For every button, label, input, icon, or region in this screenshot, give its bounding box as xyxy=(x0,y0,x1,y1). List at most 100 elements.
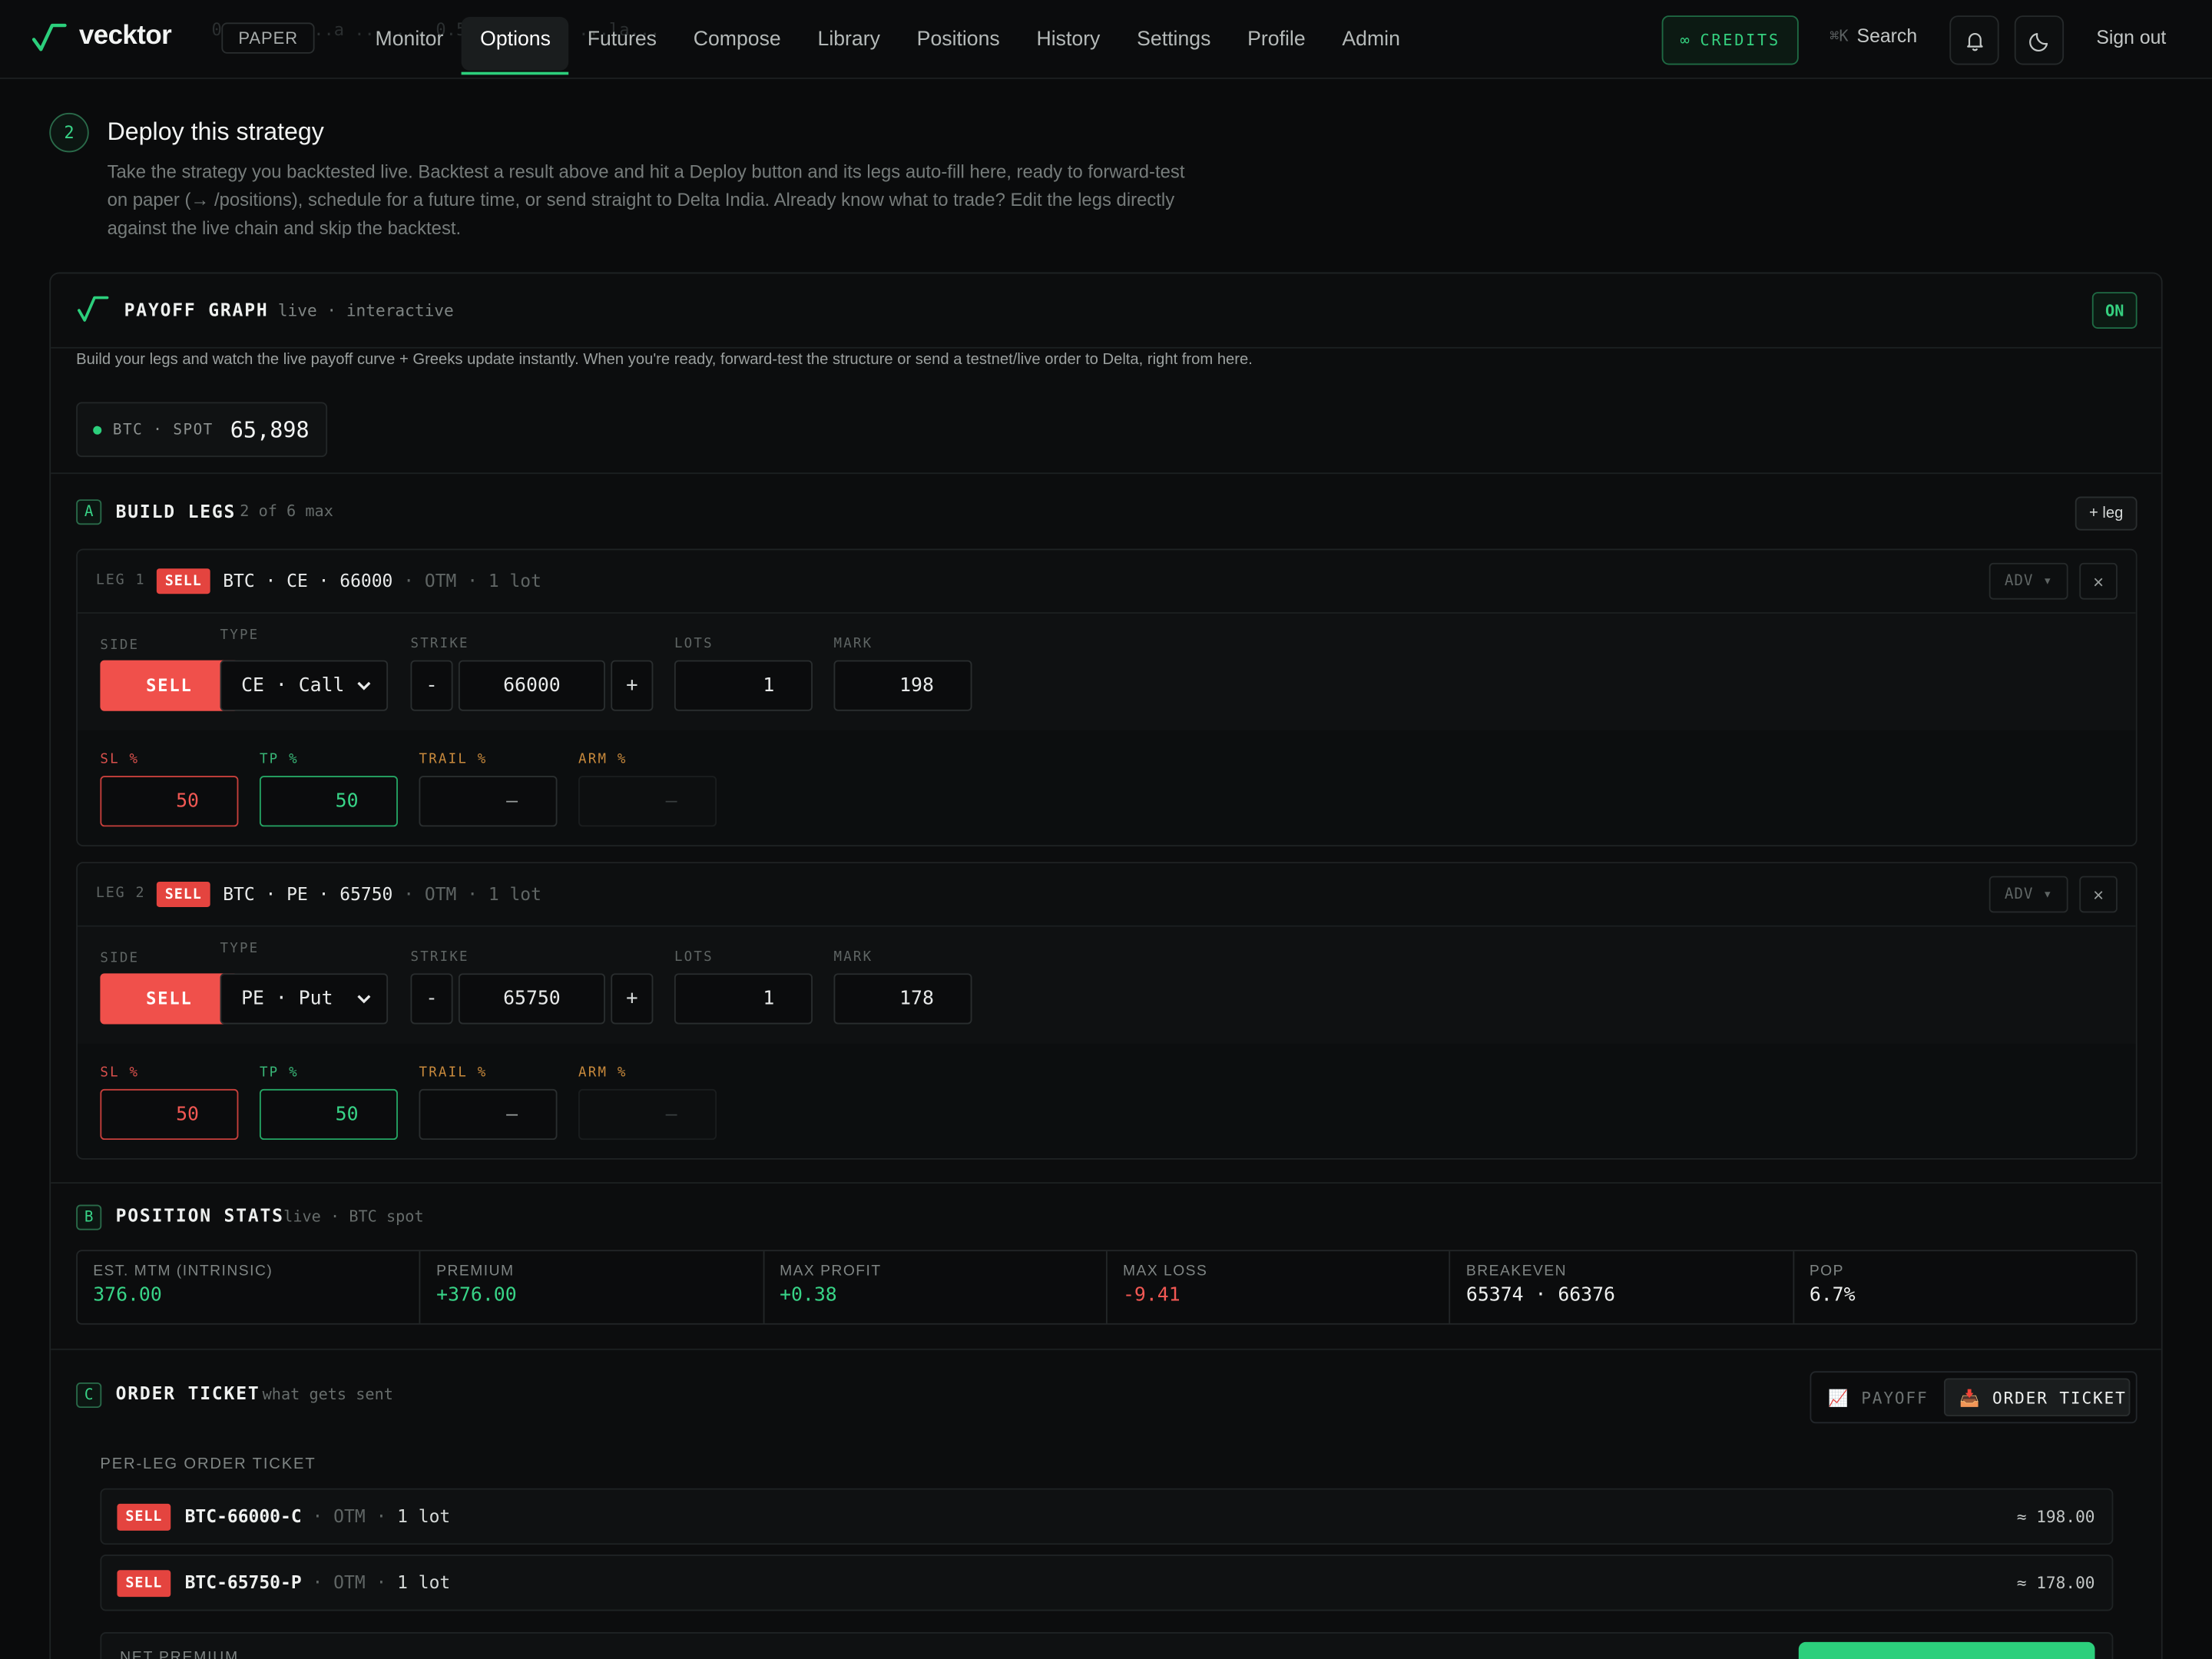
chevron-down-icon xyxy=(357,681,371,690)
mode-badge[interactable]: PAPER xyxy=(221,22,316,54)
trail-input[interactable]: — xyxy=(419,1088,558,1141)
stats-grid: EST. MTM (INTRINSIC) 376.00 PREMIUM +376… xyxy=(76,1250,2137,1325)
tab-payoff[interactable]: 📈 PAYOFF xyxy=(1828,1378,1928,1416)
payoff-subtitle: live · interactive xyxy=(277,300,454,320)
tab-label: ORDER TICKET xyxy=(1992,1387,2127,1408)
type-label: TYPE xyxy=(220,941,260,957)
remove-leg-button[interactable]: × xyxy=(2079,562,2118,600)
theme-toggle-button[interactable] xyxy=(2014,15,2065,65)
signout-link[interactable]: Sign out xyxy=(2096,27,2166,48)
nav-item-admin[interactable]: Admin xyxy=(1324,0,1419,79)
nav-item-history[interactable]: History xyxy=(1018,0,1119,79)
nav-item-compose[interactable]: Compose xyxy=(675,0,800,79)
nav-item-positions[interactable]: Positions xyxy=(899,0,1018,79)
sell-tag: SELL xyxy=(117,1570,171,1598)
strike-increment-button[interactable]: + xyxy=(611,660,654,711)
section-letter-b: B xyxy=(76,1204,102,1230)
stat-label: MAX PROFIT xyxy=(780,1262,882,1280)
mark-input[interactable]: 178 xyxy=(833,973,972,1025)
arm-input[interactable]: — xyxy=(578,1088,717,1141)
net-premium-label: NET PREMIUM xyxy=(120,1649,239,1659)
strike-decrement-button[interactable]: - xyxy=(410,973,453,1025)
logo[interactable]: vecktor xyxy=(31,20,172,54)
sl-label: SL % xyxy=(100,751,140,768)
type-select[interactable]: CE · Call xyxy=(220,660,389,711)
side-toggle[interactable]: SELL xyxy=(100,660,239,711)
stat-value: 6.7% xyxy=(1809,1283,1856,1306)
leg-main-fields: SIDE TYPE STRIKE LOTS MARK SELL PE · Put… xyxy=(78,926,2136,1045)
search-label: Search xyxy=(1856,25,1918,47)
tab-order-ticket[interactable]: 📥 ORDER TICKET xyxy=(1943,1378,2131,1417)
leg-card: LEG 2 SELL BTC · PE · 65750 · OTM · 1 lo… xyxy=(76,862,2137,1160)
spot-value: 65,898 xyxy=(230,416,310,442)
take-profit-input[interactable]: 50 xyxy=(259,1088,398,1141)
infinity-icon: ∞ xyxy=(1680,31,1692,50)
payoff-toggle[interactable]: ON xyxy=(2091,292,2137,329)
strike-input[interactable]: 66000 xyxy=(458,660,605,711)
remove-leg-button[interactable]: × xyxy=(2079,876,2118,913)
spot-label: BTC · SPOT xyxy=(112,421,214,439)
nav-item-profile[interactable]: Profile xyxy=(1229,0,1323,79)
nav-item-settings[interactable]: Settings xyxy=(1118,0,1229,79)
nav-item-futures[interactable]: Futures xyxy=(569,0,675,79)
lots-input[interactable]: 1 xyxy=(674,660,813,711)
order-ticket-title: ORDER TICKET xyxy=(115,1382,260,1404)
side-label: SIDE xyxy=(100,950,140,967)
advanced-button[interactable]: ADV ▾ xyxy=(1988,562,2068,600)
trail-input[interactable]: — xyxy=(419,776,558,827)
strike-decrement-button[interactable]: - xyxy=(410,660,453,711)
type-label: TYPE xyxy=(220,628,260,644)
stat-label: EST. MTM (INTRINSIC) xyxy=(93,1262,273,1280)
leg-header: LEG 1 SELL BTC · CE · 66000 · OTM · 1 lo… xyxy=(78,550,2136,614)
position-stats-subtitle: live · BTC spot xyxy=(283,1207,424,1227)
leg-number: LEG 1 xyxy=(95,572,146,588)
strike-increment-button[interactable]: + xyxy=(611,973,654,1025)
nav-item-options[interactable]: Options xyxy=(462,0,569,79)
app-name: vecktor xyxy=(78,21,172,51)
stop-loss-input[interactable]: 50 xyxy=(100,1088,239,1141)
credits-button[interactable]: ∞ CREDITS xyxy=(1661,15,1799,65)
section-letter-c: C xyxy=(76,1382,102,1409)
ticket-amount: ≈ 198.00 xyxy=(2016,1506,2095,1527)
ticket-row: SELL BTC-66000-C · OTM · 1 lot ≈ 198.00 xyxy=(100,1488,2114,1545)
stat-pop: POP 6.7% xyxy=(1794,1251,2136,1323)
submit-order-button[interactable] xyxy=(1798,1641,2095,1659)
stop-loss-input[interactable]: 50 xyxy=(100,776,239,827)
arm-label: ARM % xyxy=(578,751,628,768)
stat-breakeven: BREAKEVEN 65374 · 66376 xyxy=(1451,1251,1794,1323)
add-leg-button[interactable]: + leg xyxy=(2075,496,2137,531)
type-select[interactable]: PE · Put xyxy=(220,973,389,1025)
nav-item-library[interactable]: Library xyxy=(800,0,899,79)
stat-value: +376.00 xyxy=(436,1283,517,1306)
arm-input[interactable]: — xyxy=(578,776,717,827)
notifications-button[interactable] xyxy=(1949,15,1999,65)
sl-label: SL % xyxy=(100,1065,140,1081)
stat-value: -9.41 xyxy=(1122,1283,1181,1306)
side-toggle[interactable]: SELL xyxy=(100,973,239,1025)
stat-value: 65374 · 66376 xyxy=(1465,1283,1615,1306)
lots-input[interactable]: 1 xyxy=(674,973,813,1025)
mark-input[interactable]: 198 xyxy=(833,660,972,711)
stat-max-loss: MAX LOSS -9.41 xyxy=(1108,1251,1451,1323)
search-button[interactable]: ⌘K Search xyxy=(1830,25,1917,47)
nav-item-monitor[interactable]: Monitor xyxy=(357,0,462,79)
tp-label: TP % xyxy=(259,751,299,768)
credits-label: CREDITS xyxy=(1700,31,1780,50)
per-leg-label: PER-LEG ORDER TICKET xyxy=(100,1455,316,1473)
leg-card: LEG 1 SELL BTC · CE · 66000 · OTM · 1 lo… xyxy=(76,548,2137,847)
mark-label: MARK xyxy=(833,949,873,965)
strike-input[interactable]: 65750 xyxy=(458,973,605,1025)
ticket-symbol: BTC-65750-P · OTM · 1 lot xyxy=(184,1571,451,1593)
panel-header: PAYOFF GRAPH live · interactive ON xyxy=(51,273,2161,349)
inbox-icon: 📥 xyxy=(1959,1387,1982,1408)
nav-menu: Monitor Options Futures Compose Library … xyxy=(357,0,1419,79)
lots-label: LOTS xyxy=(674,636,714,652)
leg-summary: BTC · PE · 65750 · OTM · 1 lot xyxy=(223,882,541,905)
advanced-button[interactable]: ADV ▾ xyxy=(1988,876,2068,913)
mark-label: MARK xyxy=(833,636,873,652)
position-stats-title: POSITION STATS xyxy=(115,1204,284,1227)
lots-label: LOTS xyxy=(674,949,714,965)
strike-label: STRIKE xyxy=(410,636,469,652)
take-profit-input[interactable]: 50 xyxy=(259,776,398,827)
arm-label: ARM % xyxy=(578,1065,628,1081)
